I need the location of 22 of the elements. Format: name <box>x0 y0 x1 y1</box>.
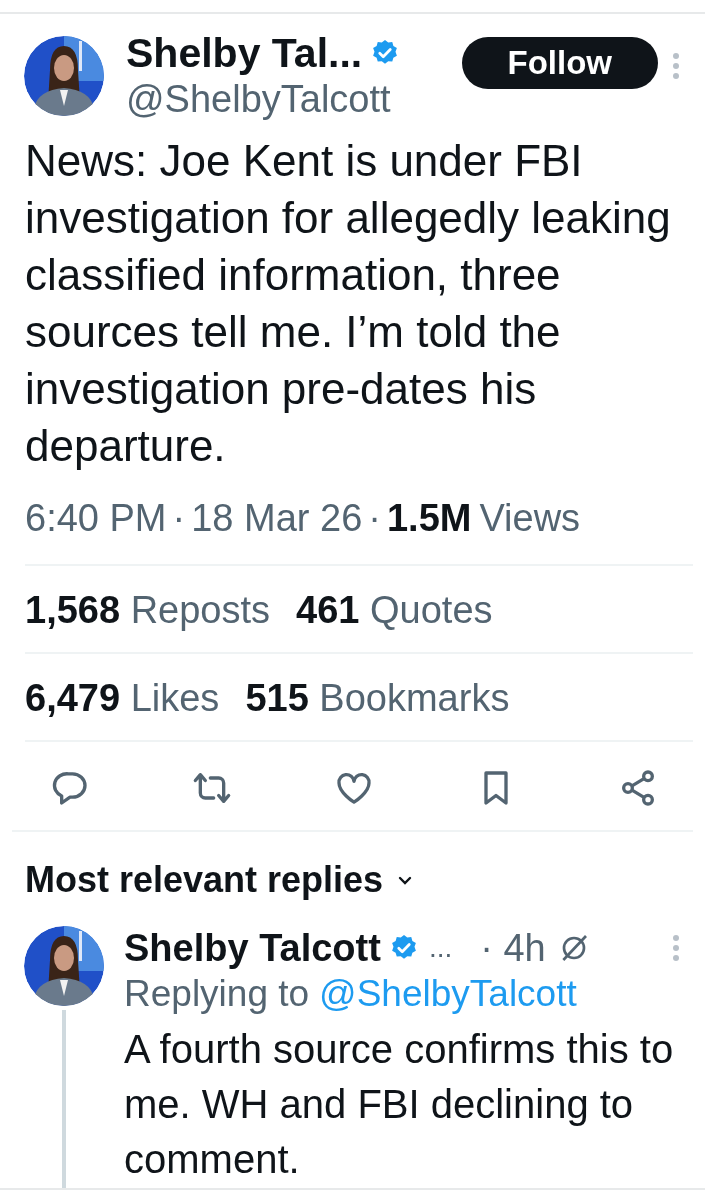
tweet-text: News: Joe Kent is under FBI investigation for allegedly leaking classified information, three sources tell me. I’m told the investigation pre-dates his departure. <box>25 135 672 472</box>
more-options-icon <box>672 51 680 81</box>
stat-link[interactable]: 515 Bookmarks <box>245 676 510 720</box>
author-name: Shelby Tal... <box>126 30 363 76</box>
more-options-icon <box>672 933 680 963</box>
separator-dot: · <box>368 496 381 540</box>
stat-link[interactable]: 6,479 Likes <box>25 676 220 720</box>
stat-link[interactable]: 461 Quotes <box>296 588 493 632</box>
author-handle: @ShelbyTalcott <box>126 77 392 122</box>
tweet-date: 18 Mar 26 <box>191 496 363 540</box>
reply-age: · 4h <box>480 926 546 970</box>
replying-to-label: Replying to <box>124 972 310 1016</box>
reply-author-name: Shelby Talcott <box>124 926 381 970</box>
truncation-ellipsis: ... <box>428 932 453 964</box>
reply-text: A fourth source confirms this to me. WH and FBI declining to comment. <box>124 1026 675 1183</box>
views-count: 1.5M <box>386 496 472 540</box>
follow-button[interactable]: Follow <box>461 37 658 89</box>
separator-dot: · <box>172 496 186 540</box>
tweet-time: 6:40 PM <box>25 496 167 540</box>
replies-sort-dropdown[interactable]: Most relevant replies <box>25 858 416 902</box>
views-label: Views <box>479 496 581 540</box>
stat-link[interactable]: 1,568 Reposts <box>25 588 271 632</box>
